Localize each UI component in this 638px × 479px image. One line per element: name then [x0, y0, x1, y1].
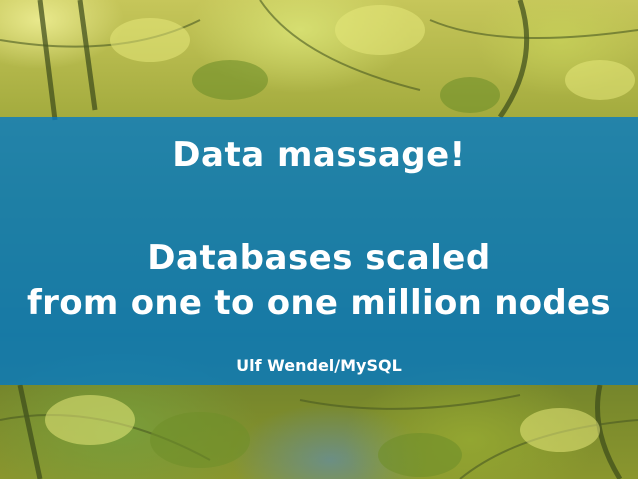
slide-subtitle-line-1: Databases scaled [147, 238, 491, 278]
slide-subtitle-line-2: from one to one million nodes [27, 283, 611, 323]
slide-author: Ulf Wendel/MySQL [236, 356, 402, 375]
slide-title: Data massage! [172, 135, 466, 175]
